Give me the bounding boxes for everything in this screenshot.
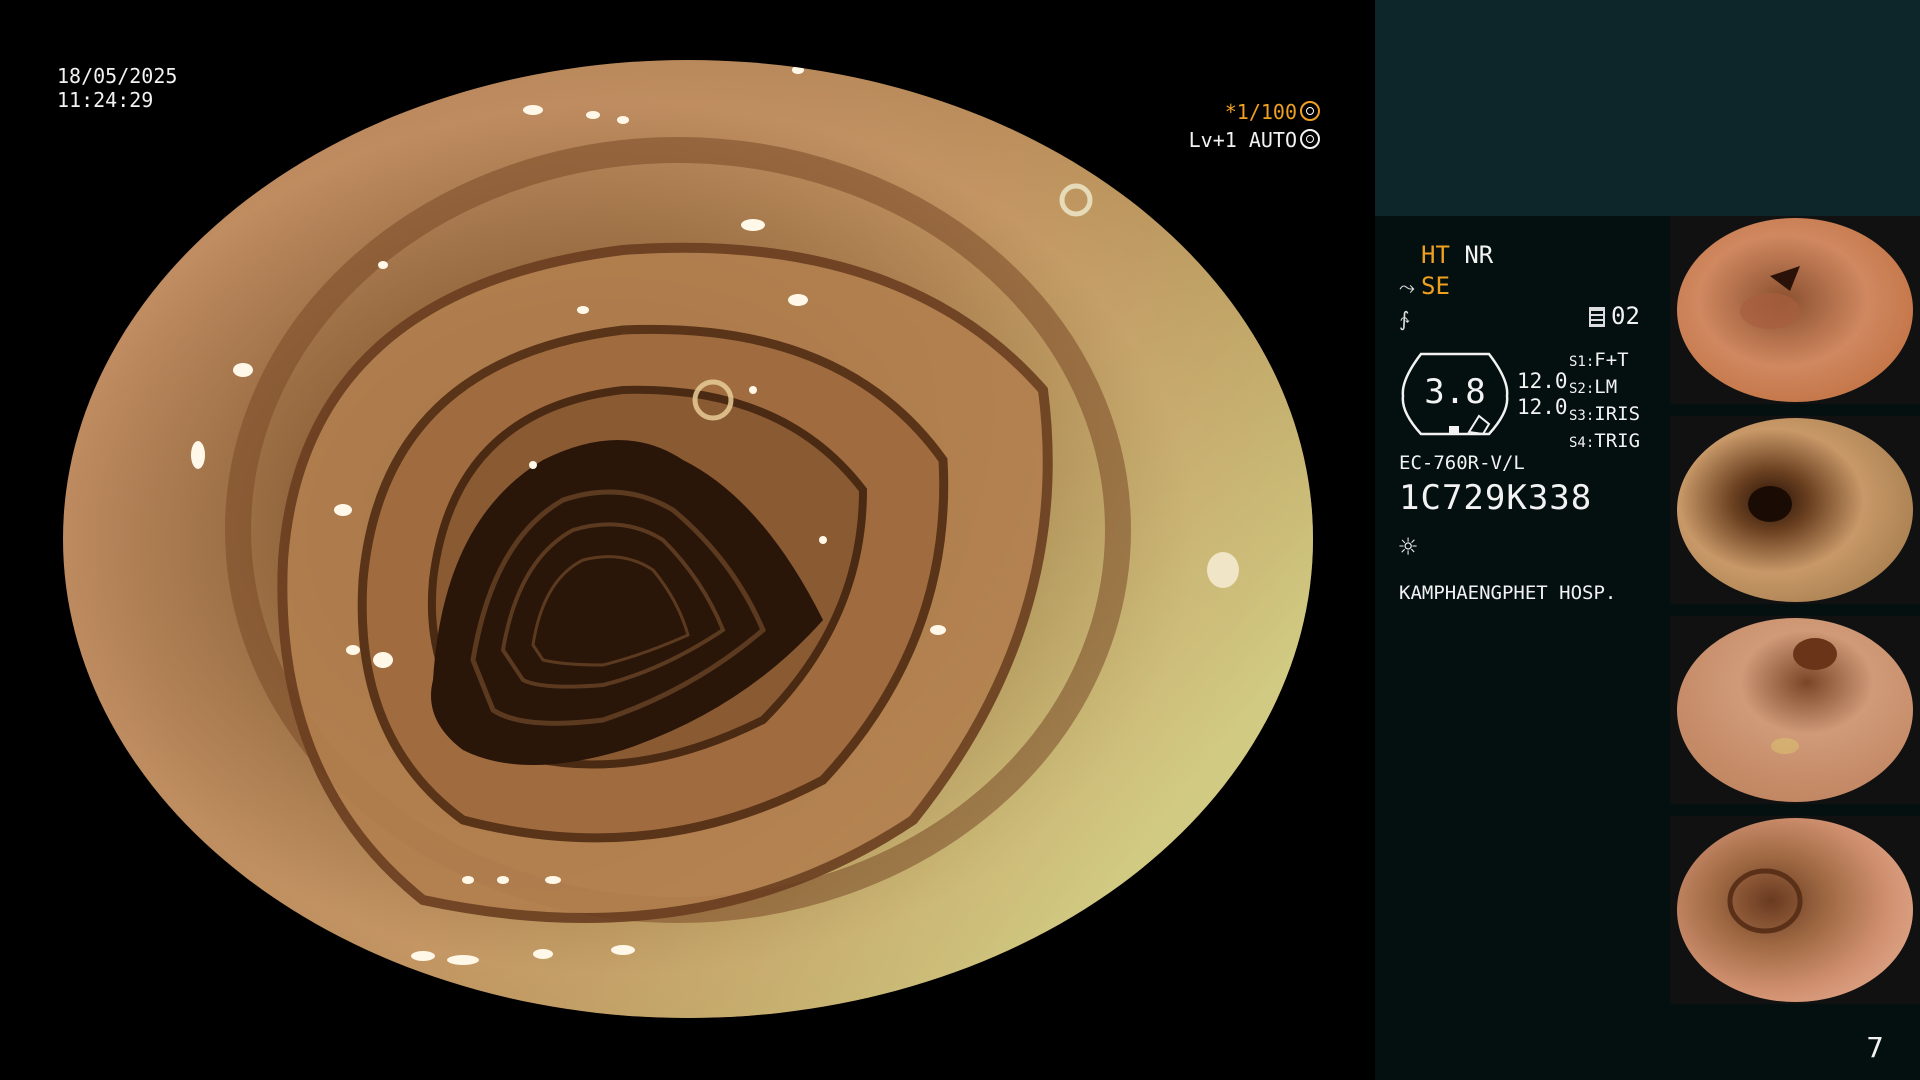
image-counter: 02 — [1589, 302, 1640, 330]
document-icon — [1589, 307, 1605, 327]
switch-value: LM — [1594, 376, 1618, 398]
switch-row: S1:F+T — [1569, 348, 1640, 375]
time-label: 11:24:29 — [57, 88, 154, 112]
level-label: Lv+1 AUTO — [1188, 128, 1297, 152]
light-icon: ☼ — [1399, 530, 1418, 565]
gauge-value: 3.8 — [1424, 372, 1486, 412]
switch-key: S1: — [1569, 354, 1595, 370]
switch-value: TRIG — [1594, 430, 1641, 452]
mode-se: SE — [1421, 272, 1450, 300]
switch-key: S4: — [1569, 435, 1595, 451]
scope-model: EC-760R-V/L — [1399, 452, 1525, 474]
structure-icon: ⤳ — [1399, 275, 1415, 299]
mode-row-ht: HT NR — [1399, 240, 1659, 271]
shutter-readout: *1/100 — [1189, 98, 1320, 126]
counter-value: 02 — [1611, 302, 1640, 330]
color-icon: ∱ — [1399, 307, 1410, 331]
iris-icon — [1300, 129, 1320, 149]
switch-key: S2: — [1569, 381, 1595, 397]
mode-nr: NR — [1464, 241, 1494, 269]
gauge-side-values: 12.0 12.0 — [1517, 368, 1568, 420]
zoom-gauge: 3.8 — [1399, 350, 1511, 438]
hospital-name: KAMPHAENGPHET HOSP. — [1399, 582, 1617, 604]
processor-settings: HT NR ⤳ SE ∱ 02 3.8 12.0 12.0 S1:F+T S2:… — [1399, 240, 1659, 604]
scope-serial: 1C729K338 — [1399, 478, 1593, 518]
mode-row-se: ⤳ SE — [1399, 271, 1659, 303]
date-label: 18/05/2025 — [57, 64, 178, 88]
switch-key: S3: — [1569, 408, 1595, 424]
switch-value: F+T — [1594, 349, 1629, 371]
captured-image-strip — [1670, 216, 1920, 1016]
scope-switch-list: S1:F+T S2:LM S3:IRIS S4:TRIG — [1569, 348, 1640, 456]
page-number: 7 — [1866, 1031, 1884, 1064]
exposure-overlay: *1/100 Lv+1 AUTO — [1189, 98, 1320, 154]
endoscope-live-view — [63, 60, 1313, 1018]
date-time-overlay: 18/05/2025 11:24:29 — [57, 64, 177, 112]
switch-row: S3:IRIS — [1569, 402, 1640, 429]
shutter-label: *1/100 — [1224, 100, 1297, 124]
aperture-icon — [1300, 101, 1320, 121]
info-panel: HT NR ⤳ SE ∱ 02 3.8 12.0 12.0 S1:F+T S2:… — [1375, 0, 1920, 1080]
panel-header-area — [1375, 0, 1920, 216]
mode-ht: HT — [1421, 241, 1450, 269]
level-readout: Lv+1 AUTO — [1189, 126, 1320, 154]
captured-thumbnail[interactable] — [1670, 216, 1920, 404]
side-bottom-value: 12.0 — [1517, 395, 1568, 419]
side-top-value: 12.0 — [1517, 369, 1568, 393]
switch-row: S2:LM — [1569, 375, 1640, 402]
captured-thumbnail[interactable] — [1670, 416, 1920, 604]
switch-value: IRIS — [1594, 403, 1641, 425]
captured-thumbnail[interactable] — [1670, 616, 1920, 804]
captured-thumbnail[interactable] — [1670, 816, 1920, 1004]
switch-row: S4:TRIG — [1569, 429, 1640, 456]
